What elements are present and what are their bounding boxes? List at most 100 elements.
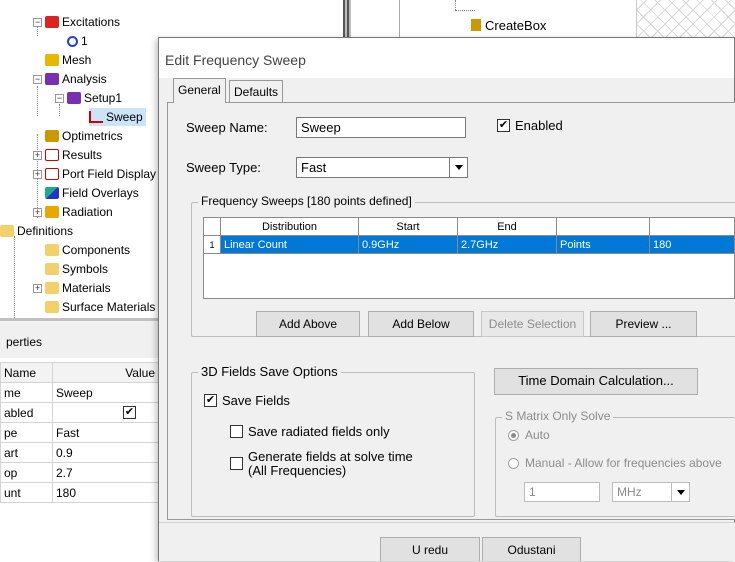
sweep-name-input[interactable]: Sweep: [296, 117, 466, 138]
save-radiated-checkbox[interactable]: [230, 425, 243, 438]
properties-panel: perties Name Value me Sweep abled ✔ pe Fast…: [0, 318, 170, 561]
properties-row[interactable]: op 2.7: [0, 462, 162, 483]
tree-item-results[interactable]: Results: [45, 146, 102, 164]
enabled-checkbox[interactable]: ✔: [497, 119, 510, 132]
properties-row[interactable]: unt 180: [0, 482, 162, 503]
tree-item-surface-materials[interactable]: Surface Materials: [45, 298, 155, 316]
save-fields-label: Save Fields: [222, 393, 290, 408]
expand-toggle[interactable]: +: [33, 208, 42, 217]
manual-unit-select[interactable]: MHz: [612, 482, 690, 502]
sweep-type-select[interactable]: Fast: [296, 157, 468, 178]
manual-frequency-input[interactable]: 1: [524, 482, 600, 502]
folder-icon: [45, 263, 59, 275]
tree-item-port-1[interactable]: 1: [67, 32, 88, 50]
folder-icon: [0, 225, 14, 237]
tree-item-optimetrics[interactable]: Optimetrics: [45, 127, 123, 145]
properties-row[interactable]: art 0.9: [0, 442, 162, 463]
grid-cell-end[interactable]: 2.7GHz: [458, 236, 557, 254]
preview-button[interactable]: Preview ...: [590, 311, 697, 337]
fields-save-options-title: 3D Fields Save Options: [198, 364, 341, 379]
tree-item-setup1[interactable]: Setup1: [67, 89, 122, 107]
radio-dot-icon: [511, 433, 516, 438]
tree-line: [14, 236, 15, 318]
auto-radio[interactable]: [508, 430, 519, 441]
chevron-down-icon[interactable]: [671, 483, 689, 501]
properties-col-name: Name: [0, 362, 53, 383]
folder-icon: [45, 244, 59, 256]
folder-icon: [45, 301, 59, 313]
port-icon: [67, 36, 78, 47]
tree-line: [37, 26, 38, 36]
tree-item-createbox[interactable]: CreateBox: [471, 18, 546, 33]
sweep-name-label: Sweep Name:: [186, 120, 268, 135]
enabled-label: Enabled: [515, 118, 563, 133]
grid-header-distribution: Distribution: [221, 218, 359, 236]
grid-header-value: [650, 218, 734, 236]
grid-cell-value[interactable]: 180: [650, 236, 734, 254]
tree-item-excitations[interactable]: Excitations: [45, 13, 120, 31]
properties-table: Name Value me Sweep abled ✔ pe Fast art 0.9 …: [0, 362, 162, 503]
tree-item-mesh[interactable]: Mesh: [45, 51, 91, 69]
generate-fields-sublabel: (All Frequencies): [248, 463, 347, 478]
grid-cell-type[interactable]: Points: [557, 236, 650, 254]
tree-item-field-overlays[interactable]: Field Overlays: [45, 184, 139, 202]
properties-col-value: Value: [52, 362, 162, 383]
properties-row[interactable]: pe Fast: [0, 422, 162, 443]
collapse-toggle[interactable]: −: [33, 18, 42, 27]
analysis-icon: [45, 73, 59, 85]
properties-title: perties: [0, 318, 170, 358]
divider: [399, 0, 400, 38]
radiation-icon: [45, 206, 59, 218]
save-fields-checkbox[interactable]: ✔: [204, 394, 217, 407]
grid-header-type: [557, 218, 650, 236]
cancel-button[interactable]: Odustani: [482, 537, 581, 561]
add-above-button[interactable]: Add Above: [256, 311, 360, 337]
chevron-down-icon[interactable]: [449, 158, 467, 177]
results-icon: [45, 149, 59, 161]
tree-line: [455, 0, 456, 10]
expand-toggle[interactable]: +: [33, 284, 42, 293]
tree-item-definitions[interactable]: Definitions: [0, 222, 73, 240]
splitter-handle[interactable]: [343, 0, 351, 38]
sweep-type-label: Sweep Type:: [186, 160, 261, 175]
delete-selection-button[interactable]: Delete Selection: [481, 311, 584, 337]
enabled-checkbox[interactable]: ✔: [123, 406, 136, 419]
manual-radio[interactable]: [508, 458, 519, 469]
smatrix-title: S Matrix Only Solve: [502, 409, 614, 423]
grid-row-index: 1: [204, 236, 221, 254]
grid-cell-start[interactable]: 0.9GHz: [359, 236, 458, 254]
tree-item-sweep[interactable]: Sweep: [89, 108, 146, 126]
tree-item-analysis[interactable]: Analysis: [45, 70, 107, 88]
modeler-window: [636, 0, 735, 38]
grid-header-start: Start: [359, 218, 458, 236]
sweep-icon: [89, 111, 103, 123]
createbox-icon: [471, 19, 481, 31]
grid-corner: [204, 218, 221, 236]
frequency-sweeps-grid: Distribution Start End 1 Linear Count 0.…: [203, 217, 735, 299]
project-tree: − Excitations 1 Mesh − Analysis − Setup1…: [0, 0, 170, 318]
properties-header-row: Name Value: [0, 362, 162, 383]
tree-item-components[interactable]: Components: [45, 241, 130, 259]
tree-item-port-field-display[interactable]: Port Field Display: [45, 165, 156, 183]
tree-item-radiation[interactable]: Radiation: [45, 203, 113, 221]
add-below-button[interactable]: Add Below: [368, 311, 474, 337]
properties-row[interactable]: abled ✔: [0, 402, 162, 423]
properties-row[interactable]: me Sweep: [0, 382, 162, 403]
mesh-icon: [45, 54, 59, 66]
expand-toggle[interactable]: +: [33, 170, 42, 179]
grid-header-end: End: [458, 218, 557, 236]
ok-button[interactable]: U redu: [380, 537, 480, 561]
generate-fields-checkbox[interactable]: [230, 457, 243, 470]
collapse-toggle[interactable]: −: [55, 94, 64, 103]
tree-item-materials[interactable]: Materials: [45, 279, 111, 297]
grid-cell-distribution[interactable]: Linear Count: [221, 236, 359, 254]
expand-toggle[interactable]: +: [33, 151, 42, 160]
tab-defaults[interactable]: Defaults: [229, 80, 284, 102]
time-domain-button[interactable]: Time Domain Calculation...: [494, 368, 698, 395]
excitations-icon: [45, 16, 59, 28]
tab-general[interactable]: General: [173, 78, 226, 103]
tree-line: [455, 10, 475, 11]
collapse-toggle[interactable]: −: [33, 75, 42, 84]
tree-item-symbols[interactable]: Symbols: [45, 260, 108, 278]
manual-label: Manual - Allow for frequencies above: [525, 456, 722, 470]
